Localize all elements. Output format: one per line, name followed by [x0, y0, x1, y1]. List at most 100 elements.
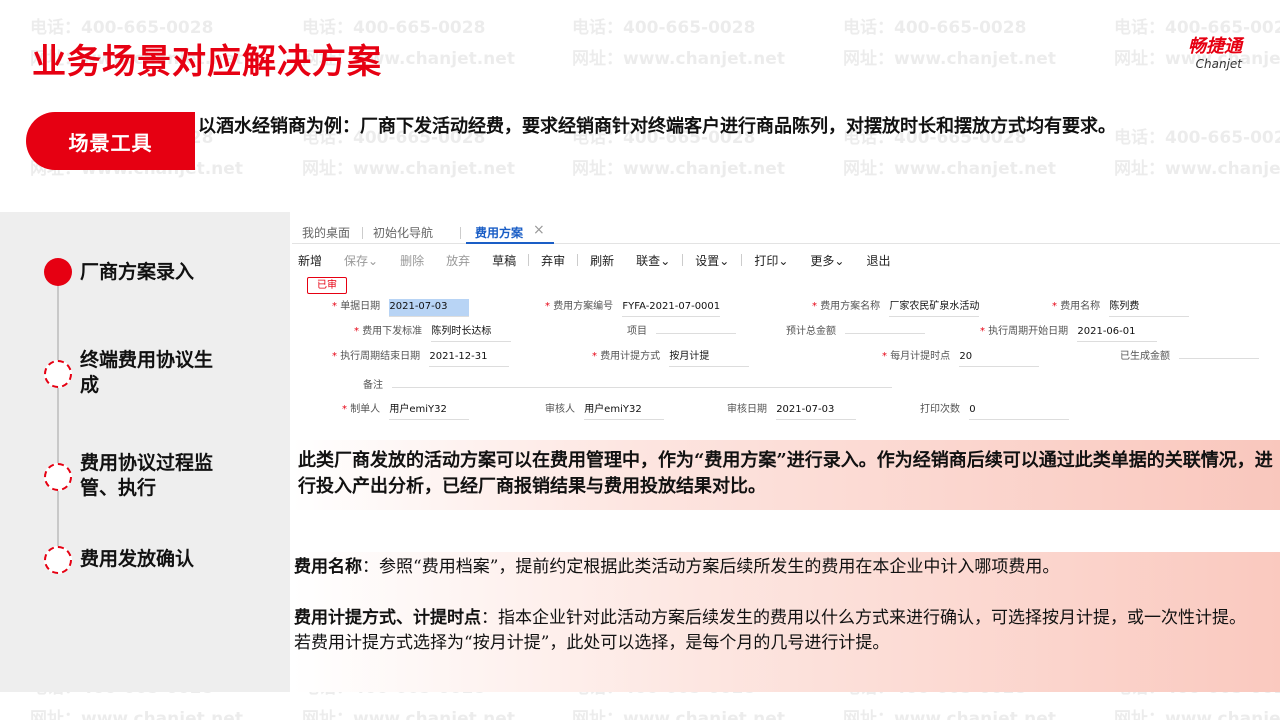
- tab-divider: [460, 227, 461, 239]
- status-badge: 已审: [307, 277, 347, 294]
- logo-en-text: Chanjet: [1195, 57, 1242, 71]
- print-count-input: 0: [969, 402, 1070, 420]
- project-input[interactable]: [656, 332, 737, 334]
- field-budget: 预计总金额: [786, 324, 926, 340]
- step-label: 厂商方案录入: [80, 261, 195, 283]
- budget-input[interactable]: [845, 332, 926, 334]
- field-auditor: 审核人 用户emiY32: [545, 402, 665, 420]
- scene-tool-tab: 场景工具: [26, 112, 195, 170]
- accrual-method-select[interactable]: 按月计提: [669, 349, 750, 367]
- field-bill-date: * 单据日期 2021-07-03: [332, 299, 470, 317]
- chevron-down-icon: ⌄: [834, 253, 845, 268]
- field-exec-end: * 执行周期结束日期 2021-12-31: [332, 349, 510, 367]
- watermark-site: 网址：www.chanjet.net: [572, 709, 785, 720]
- note-fee-name: 费用名称：参照“费用档案”，提前约定根据此类活动方案后续所发生的费用在本企业中计…: [294, 557, 1060, 577]
- field-accrual-method: * 费用计提方式 按月计提: [592, 349, 750, 367]
- field-project: 项目: [627, 324, 737, 340]
- step-dot-icon: [44, 463, 72, 491]
- watermark-phone: 电话：400-665-0028: [1114, 18, 1280, 38]
- watermark-site: 网址：www.chanjet.net: [302, 709, 515, 720]
- unaudit-button[interactable]: 弃审: [541, 252, 565, 269]
- more-button[interactable]: 更多⌄: [810, 252, 844, 269]
- remark-input[interactable]: [392, 386, 893, 388]
- step-label: 费用协议过程监管、执行: [80, 452, 214, 499]
- issue-standard-input[interactable]: 陈列时长达标: [431, 324, 512, 342]
- tab-init-guide[interactable]: 初始化导航: [373, 224, 433, 241]
- toolbar-divider: [577, 254, 579, 266]
- step-vendor-plan-entry: 厂商方案录入: [44, 258, 220, 286]
- toolbar-divider: [682, 254, 684, 266]
- exit-button[interactable]: 退出: [866, 252, 890, 269]
- fee-name-input[interactable]: 陈列费: [1109, 299, 1190, 317]
- step-dot-icon: [44, 546, 72, 574]
- toolbar: 新增 保存⌄ 删除 放弃 草稿 弃审 刷新 联查⌄ 设置⌄ 打印⌄ 更多⌄ 退出: [298, 250, 913, 270]
- field-fee-name: * 费用名称 陈列费: [1052, 299, 1190, 317]
- delete-button[interactable]: 删除: [400, 252, 424, 269]
- step-label: 费用发放确认: [80, 548, 195, 570]
- watermark-phone: 电话：400-665-0028: [843, 18, 1027, 38]
- watermark-site: 网址：www.chanjet.net: [1114, 159, 1280, 179]
- toolbar-divider: [528, 254, 530, 266]
- link-query-button[interactable]: 联查⌄: [636, 252, 670, 269]
- watermark-site: 网址：www.chanjet.net: [302, 159, 515, 179]
- active-tab-underline: [466, 242, 554, 244]
- field-exec-start: * 执行周期开始日期 2021-06-01: [980, 324, 1158, 342]
- chevron-down-icon: ⌄: [660, 253, 671, 268]
- page-title: 业务场景对应解决方案: [32, 42, 382, 82]
- field-plan-code: * 费用方案编号 FYFA-2021-07-0001: [545, 299, 721, 317]
- watermark-site: 网址：www.chanjet.net: [1114, 709, 1280, 720]
- watermark-site: 网址：www.chanjet.net: [843, 159, 1056, 179]
- watermark-site: 网址：www.chanjet.net: [843, 49, 1056, 69]
- chevron-down-icon: ⌄: [719, 253, 730, 268]
- refresh-button[interactable]: 刷新: [590, 252, 614, 269]
- tab-expense-plan[interactable]: 费用方案: [475, 224, 523, 241]
- logo-cn-text: 畅捷通: [1188, 36, 1242, 57]
- note-banner-field-explanation: 费用名称：参照“费用档案”，提前约定根据此类活动方案后续所发生的费用在本企业中计…: [292, 552, 1280, 692]
- watermark-site: 网址：www.chanjet.net: [572, 49, 785, 69]
- exec-start-input[interactable]: 2021-06-01: [1077, 324, 1158, 342]
- note-accrual: 费用计提方式、计提时点：指本企业针对此活动方案后续发生的费用以什么方式来进行确认…: [294, 608, 1246, 628]
- field-generated-amount: 已生成金额: [1120, 349, 1260, 365]
- step-payment-confirm: 费用发放确认: [44, 546, 220, 574]
- chevron-down-icon: ⌄: [778, 253, 789, 268]
- step-label: 终端费用协议生成: [80, 349, 214, 396]
- close-icon[interactable]: ×: [533, 222, 545, 238]
- bill-date-input[interactable]: 2021-07-03: [389, 299, 470, 317]
- software-window: 我的桌面 初始化导航 费用方案 × 新增 保存⌄ 删除 放弃 草稿 弃审 刷新 …: [292, 212, 1280, 440]
- watermark-site: 网址：www.chanjet.net: [30, 709, 243, 720]
- step-dot-icon: [44, 360, 72, 388]
- step-active-dot-icon: [44, 258, 72, 286]
- new-button[interactable]: 新增: [298, 252, 322, 269]
- toolbar-divider: [741, 254, 743, 266]
- field-accrual-day: * 每月计提时点 20: [882, 349, 1040, 367]
- exec-end-input[interactable]: 2021-12-31: [429, 349, 510, 367]
- audit-date-input: 2021-07-03: [776, 402, 857, 420]
- maker-input: 用户emiY32: [389, 402, 470, 420]
- generated-amount-input[interactable]: [1179, 357, 1260, 359]
- draft-button[interactable]: 草稿: [492, 252, 516, 269]
- chevron-down-icon: ⌄: [368, 253, 379, 268]
- step-process-supervision: 费用协议过程监管、执行: [44, 451, 220, 501]
- note-banner-plan-entry: 此类厂商发放的活动方案可以在费用管理中，作为“费用方案”进行录入。作为经销商后续…: [292, 440, 1280, 510]
- auditor-input: 用户emiY32: [584, 402, 665, 420]
- plan-name-input[interactable]: 厂家农民矿泉水活动: [889, 299, 980, 317]
- tab-bar: 我的桌面 初始化导航 费用方案 ×: [292, 220, 1280, 244]
- tab-divider: [362, 227, 363, 239]
- accrual-day-select[interactable]: 20: [959, 349, 1040, 367]
- watermark-site: 网址：www.chanjet.net: [572, 159, 785, 179]
- field-remark: 备注: [363, 378, 893, 394]
- watermark-site: 网址：www.chanjet.net: [843, 709, 1056, 720]
- scene-description: 以酒水经销商为例：厂商下发活动经费，要求经销商针对终端客户进行商品陈列，对摆放时…: [198, 116, 1116, 137]
- plan-code-input[interactable]: FYFA-2021-07-0001: [622, 299, 721, 317]
- field-print-count: 打印次数 0: [920, 402, 1070, 420]
- settings-button[interactable]: 设置⌄: [695, 252, 729, 269]
- field-plan-name: * 费用方案名称 厂家农民矿泉水活动: [812, 299, 980, 317]
- discard-button[interactable]: 放弃: [446, 252, 470, 269]
- field-audit-date: 审核日期 2021-07-03: [727, 402, 857, 420]
- field-maker: * 制单人 用户emiY32: [342, 402, 470, 420]
- save-button[interactable]: 保存⌄: [344, 252, 378, 269]
- timeline-line: [57, 272, 59, 562]
- tab-my-desktop[interactable]: 我的桌面: [302, 224, 350, 241]
- print-button[interactable]: 打印⌄: [754, 252, 788, 269]
- watermark-phone: 电话：400-665-0028: [572, 18, 756, 38]
